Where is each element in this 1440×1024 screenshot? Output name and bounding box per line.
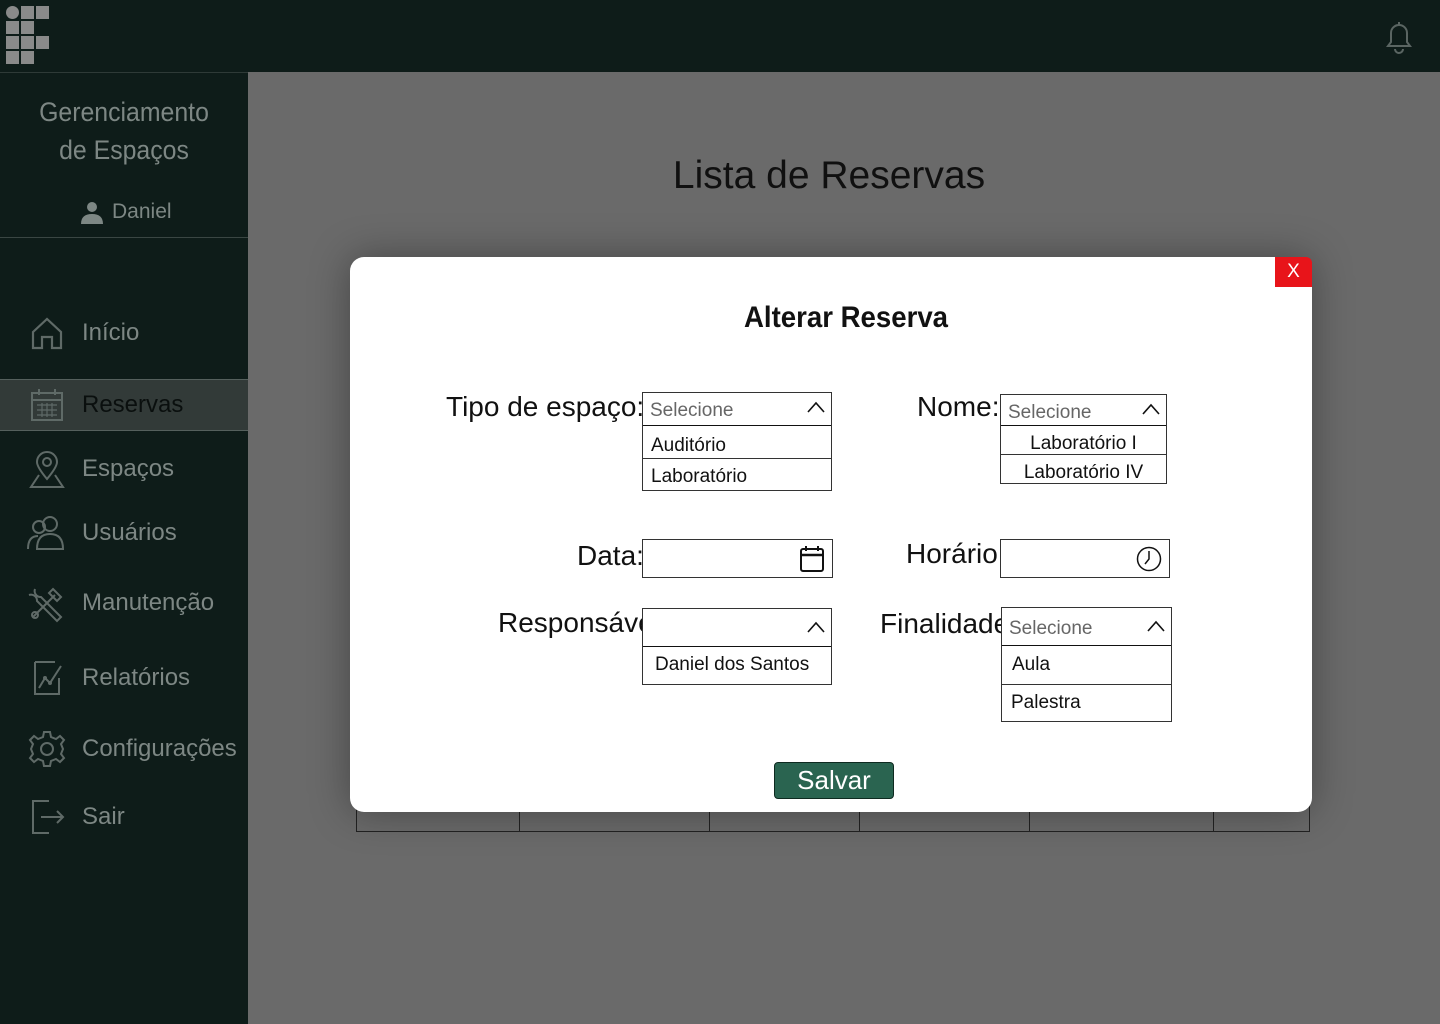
tipo-espaco-placeholder: Selecione	[643, 393, 831, 426]
location-pin-icon	[26, 448, 68, 490]
chevron-up-icon	[807, 401, 825, 413]
finalidade-option-aula[interactable]: Aula	[1002, 654, 1171, 676]
responsavel-dropdown[interactable]: Daniel dos Santos	[642, 608, 832, 685]
nome-label: Nome:	[917, 391, 1000, 422]
horario-label: Horário:	[906, 538, 1006, 569]
nome-option-lab-iv[interactable]: Laboratório IV	[1001, 462, 1166, 484]
sidebar-item-label: Sair	[82, 803, 125, 830]
chevron-up-icon	[1147, 620, 1165, 632]
logout-icon	[26, 796, 68, 838]
sidebar-item-label: Usuários	[82, 519, 177, 546]
edit-reservation-modal: X Alterar Reserva Tipo de espaço: Seleci…	[350, 257, 1312, 812]
tools-icon	[26, 582, 68, 624]
clock-icon[interactable]	[1136, 546, 1162, 572]
brand-line-1: Gerenciamento	[39, 97, 209, 127]
user-icon	[81, 202, 103, 224]
sidebar-item-manutencao[interactable]: Manutenção	[0, 577, 248, 629]
page-title: Lista de Reservas	[672, 154, 986, 197]
finalidade-option-palestra[interactable]: Palestra	[1002, 692, 1171, 714]
bell-icon[interactable]	[1380, 18, 1418, 56]
current-user: Daniel	[80, 197, 172, 227]
report-chart-icon	[26, 657, 68, 699]
sidebar-divider	[0, 237, 248, 238]
time-field[interactable]	[1000, 539, 1170, 578]
tipo-option-auditorio[interactable]: Auditório	[643, 435, 831, 457]
calendar-icon	[26, 384, 68, 426]
institution-logo-icon	[6, 6, 52, 66]
nome-dropdown[interactable]: Selecione Laboratório I Laboratório IV	[1000, 394, 1167, 484]
close-button[interactable]: X	[1275, 257, 1312, 287]
brand-line-2: de Espaços	[59, 135, 189, 165]
sidebar: Gerenciamento de Espaços Daniel Início R…	[0, 72, 248, 1024]
responsavel-option[interactable]: Daniel dos Santos	[643, 654, 831, 676]
sidebar-item-sair[interactable]: Sair	[0, 791, 248, 843]
sidebar-item-usuarios[interactable]: Usuários	[0, 507, 248, 559]
sidebar-item-relatorios[interactable]: Relatórios	[0, 652, 248, 704]
data-label: Data:	[577, 540, 644, 571]
finalidade-placeholder: Selecione	[1002, 608, 1171, 646]
sidebar-item-label: Espaços	[82, 455, 175, 482]
nome-option-lab-i[interactable]: Laboratório I	[1001, 433, 1166, 455]
sidebar-item-label: Manutenção	[82, 589, 215, 616]
sidebar-item-reservas[interactable]: Reservas	[0, 379, 248, 431]
finalidade-label: Finalidade:	[880, 608, 1017, 639]
chevron-up-icon	[1142, 403, 1160, 415]
sidebar-item-label: Configurações	[82, 735, 237, 762]
sidebar-item-label: Reservas	[82, 391, 184, 418]
users-icon	[26, 512, 68, 554]
date-field[interactable]	[642, 539, 833, 578]
home-icon	[26, 312, 68, 354]
sidebar-item-label: Relatórios	[82, 664, 191, 691]
sidebar-item-label: Início	[82, 319, 140, 346]
tipo-espaco-dropdown[interactable]: Selecione Auditório Laboratório	[642, 392, 832, 491]
modal-title: Alterar Reserva	[743, 301, 949, 334]
top-bar	[0, 0, 1440, 72]
responsavel-value	[643, 609, 831, 647]
chevron-up-icon	[807, 621, 825, 633]
gear-icon	[26, 728, 68, 770]
user-name: Daniel	[112, 200, 172, 223]
save-button[interactable]: Salvar	[774, 762, 894, 799]
finalidade-dropdown[interactable]: Selecione Aula Palestra	[1001, 607, 1172, 722]
app-brand: Gerenciamento de Espaços	[10, 93, 238, 169]
sidebar-item-configuracoes[interactable]: Configurações	[0, 723, 248, 775]
tipo-espaco-label: Tipo de espaço:	[446, 391, 645, 422]
tipo-option-laboratorio[interactable]: Laboratório	[643, 466, 831, 488]
sidebar-item-espacos[interactable]: Espaços	[0, 443, 248, 495]
calendar-icon[interactable]	[799, 545, 825, 573]
sidebar-item-inicio[interactable]: Início	[0, 307, 248, 359]
